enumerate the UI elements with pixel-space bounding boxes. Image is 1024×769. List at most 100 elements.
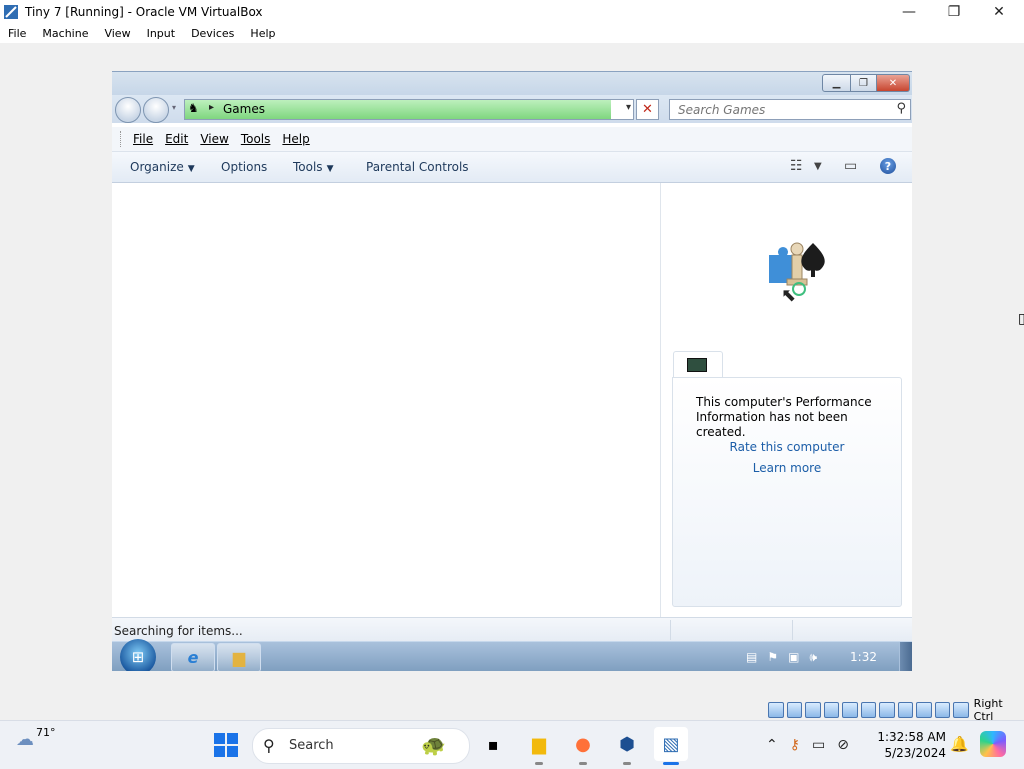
menu-grip: [120, 131, 127, 147]
display-icon[interactable]: [879, 702, 895, 718]
sound-muted-icon[interactable]: ⊘: [837, 737, 849, 753]
mouse-integration-icon[interactable]: [934, 702, 951, 718]
status-separator: [670, 620, 671, 640]
search-icon[interactable]: ⚲: [896, 101, 906, 116]
guest-menu-help[interactable]: Help: [276, 132, 315, 146]
file-explorer-button[interactable]: ▆: [524, 729, 554, 765]
address-bar[interactable]: ♞ ▸ Games ▾: [184, 99, 634, 120]
explorer-taskbar-button[interactable]: ▆: [217, 643, 261, 671]
preview-pane-icon[interactable]: ▭: [844, 158, 857, 174]
command-bar: Organize ▼ Options Tools ▼ Parental Contro…: [112, 152, 912, 183]
start-tile: [227, 746, 238, 757]
host-menu-machine[interactable]: Machine: [34, 27, 96, 40]
start-tile: [214, 733, 225, 744]
tiny7-vm-button[interactable]: ▧: [654, 727, 688, 765]
organize-button[interactable]: Organize ▼: [130, 160, 195, 174]
host-menu-file[interactable]: File: [0, 27, 34, 40]
network-adapter-icon[interactable]: [823, 702, 840, 718]
task-view-icon: ▪: [487, 734, 499, 754]
resize-cursor-icon: ▯: [1018, 311, 1024, 327]
notes-icon[interactable]: ▤: [746, 650, 757, 664]
stop-button[interactable]: ✕: [636, 99, 659, 120]
host-search-box[interactable]: ⚲ Search 🐢: [252, 728, 470, 764]
host-close-button[interactable]: ✕: [976, 0, 1022, 23]
usb-icon[interactable]: [842, 702, 858, 718]
breadcrumb-games[interactable]: Games: [223, 102, 265, 116]
firefox-button[interactable]: ●: [568, 729, 598, 765]
forward-button[interactable]: [143, 97, 169, 123]
options-label: Options: [221, 160, 268, 174]
host-restore-button[interactable]: ❐: [931, 0, 977, 23]
rate-this-computer-link[interactable]: Rate this computer: [673, 440, 901, 454]
start-tile: [227, 733, 238, 744]
host-clock-date: 5/23/2024: [884, 746, 946, 760]
show-desktop-button[interactable]: [899, 642, 912, 671]
volume-icon[interactable]: 🕪: [809, 650, 817, 665]
preview-pane: ⬉ This computer's Performance Informatio…: [660, 183, 912, 617]
monitor-icon: [687, 358, 707, 372]
host-menu-input[interactable]: Input: [139, 27, 183, 40]
options-button[interactable]: Options: [221, 160, 267, 174]
breadcrumb-chevron-icon[interactable]: ▸: [209, 102, 214, 113]
tools-label: Tools: [293, 160, 323, 174]
show-hidden-icons-chevron-icon[interactable]: ⌃: [766, 737, 778, 753]
recent-pages-dropdown-icon[interactable]: ▾: [172, 103, 176, 112]
cpu-icon[interactable]: [916, 702, 932, 718]
task-view-button[interactable]: ▪: [478, 729, 508, 759]
host-taskbar: ☁ 71° ⚲ Search 🐢 ▪ ▆ ● ⬢ ▧ ⌃ ⚷ ▭ ⊘ 1:32:…: [0, 720, 1024, 769]
network-icon[interactable]: ▣: [788, 650, 799, 664]
weather-temperature: 71°: [36, 726, 56, 739]
search-input[interactable]: [676, 100, 885, 119]
vm-window-icon: ▧: [662, 733, 680, 755]
games-content-pane[interactable]: [112, 183, 660, 617]
address-dropdown-icon[interactable]: ▾: [626, 102, 631, 113]
audio-icon[interactable]: [805, 702, 821, 718]
host-menu-view[interactable]: View: [96, 27, 138, 40]
learn-more-link[interactable]: Learn more: [673, 461, 901, 475]
parental-controls-button[interactable]: Parental Controls: [366, 160, 469, 174]
notification-bell-icon[interactable]: 🔔: [950, 735, 969, 753]
host-search-label: Search: [289, 738, 334, 753]
guest-menu-tools[interactable]: Tools: [235, 132, 277, 146]
performance-tab[interactable]: [673, 351, 723, 378]
host-menu-devices[interactable]: Devices: [183, 27, 242, 40]
host-window-title: Tiny 7 [Running] - Oracle VM VirtualBox: [25, 4, 263, 19]
guest-minimize-button[interactable]: ▁: [822, 74, 851, 92]
view-options-icon[interactable]: ☷: [790, 158, 803, 174]
guest-title-bar: ▁ ❐ ✕: [112, 71, 912, 96]
back-button[interactable]: [115, 97, 141, 123]
recording-icon[interactable]: [897, 702, 914, 718]
host-minimize-button[interactable]: —: [886, 0, 932, 23]
copilot-icon[interactable]: [980, 731, 1006, 757]
file-explorer-icon: ▆: [532, 733, 546, 755]
help-icon[interactable]: ?: [880, 158, 896, 174]
guest-menu-file[interactable]: File: [127, 132, 159, 146]
host-menu-help[interactable]: Help: [242, 27, 283, 40]
guest-start-button[interactable]: ⊞: [120, 639, 156, 671]
view-dropdown-icon[interactable]: ▼: [814, 161, 822, 172]
host-clock[interactable]: 1:32:58 AM 5/23/2024: [876, 729, 946, 761]
key-icon[interactable]: ⚷: [790, 737, 800, 753]
host-menu-bar: File Machine View Input Devices Help: [0, 23, 1024, 43]
status-separator: [792, 620, 793, 640]
vbox-status-icons: Right Ctrl: [768, 697, 1024, 723]
action-center-flag-icon[interactable]: ⚑: [767, 650, 778, 664]
guest-close-button[interactable]: ✕: [877, 74, 910, 92]
optical-drive-icon[interactable]: [786, 702, 803, 718]
guest-menu-edit[interactable]: Edit: [159, 132, 194, 146]
weather-widget[interactable]: ☁ 71°: [16, 726, 56, 750]
guest-maximize-button[interactable]: ❐: [851, 74, 877, 92]
guest-clock[interactable]: 1:32: [850, 650, 877, 664]
virtualbox-manager-button[interactable]: ⬢: [612, 729, 642, 765]
windows-start-button[interactable]: [214, 733, 238, 757]
hard-disk-icon[interactable]: [768, 702, 784, 718]
performance-message: This computer's Performance Information …: [696, 395, 872, 439]
internet-explorer-taskbar-button[interactable]: e: [171, 643, 215, 671]
network-status-icon[interactable]: ▭: [812, 737, 825, 753]
vm-screen[interactable]: ▁ ❐ ✕ ▾ ♞ ▸ Games ▾ ✕ ⚲ File Edit View T…: [112, 71, 912, 671]
guest-menu-view[interactable]: View: [194, 132, 234, 146]
search-box[interactable]: ⚲: [669, 99, 911, 120]
tools-button[interactable]: Tools ▼: [293, 160, 333, 174]
shared-folders-icon[interactable]: [860, 702, 877, 718]
keyboard-icon[interactable]: [953, 702, 969, 718]
